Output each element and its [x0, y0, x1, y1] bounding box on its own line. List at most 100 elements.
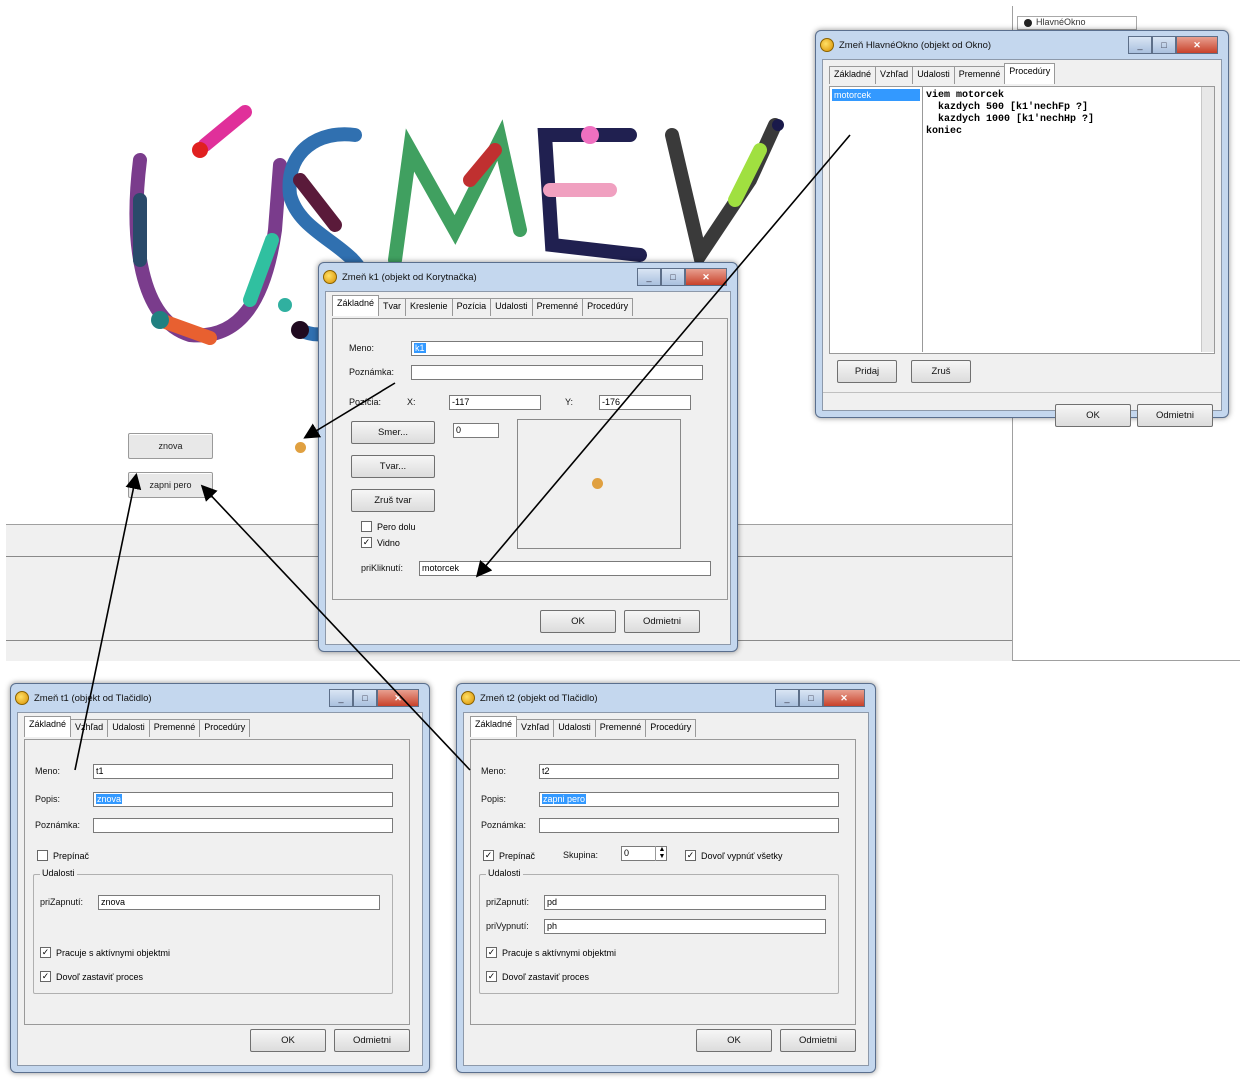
tab-procedury[interactable]: Procedúry — [582, 298, 634, 316]
cancel-button[interactable]: Odmietni — [334, 1029, 410, 1052]
procedure-code-editor[interactable]: viem motorcek kazdych 500 [k1'nechFp ?] … — [926, 90, 1094, 138]
poznamka-field[interactable] — [539, 818, 839, 833]
cancel-label: Odmietni — [642, 616, 681, 627]
turtle-k1[interactable] — [295, 442, 306, 453]
pracuje-checkbox[interactable]: ✓ Pracuje s aktívnymi objektmi — [486, 947, 616, 958]
close-button[interactable]: ✕ — [377, 689, 419, 707]
tab-zakladne[interactable]: Základné — [829, 66, 877, 84]
minimize-button[interactable]: _ — [329, 689, 353, 707]
tab-vzhlad[interactable]: Vzhľad — [516, 719, 555, 737]
ok-button[interactable]: OK — [540, 610, 616, 633]
code-scrollbar[interactable] — [1201, 87, 1214, 352]
zapni-pero-button-label: zapni pero — [149, 480, 192, 490]
tab-procedury[interactable]: Procedúry — [1004, 63, 1056, 84]
prizapnuti-field[interactable]: pd — [544, 895, 826, 910]
prepinac-checkbox[interactable]: Prepínač — [37, 850, 89, 861]
tab-premenne[interactable]: Premenné — [148, 719, 201, 737]
poznamka-label: Poznámka: — [349, 367, 395, 377]
tab-vzhlad[interactable]: Vzhľad — [875, 66, 914, 84]
tab-premenne[interactable]: Premenné — [531, 298, 584, 316]
titlebar[interactable]: Zmeň t1 (objekt od Tlačidlo) _ □ ✕ — [15, 687, 425, 709]
minimize-button[interactable]: _ — [1128, 36, 1152, 54]
ok-button[interactable]: OK — [1055, 404, 1131, 427]
meno-field[interactable]: k1 — [411, 341, 703, 356]
y-field[interactable]: -176 — [599, 395, 691, 410]
cancel-button[interactable]: Odmietni — [1137, 404, 1213, 427]
dovol-vypnut-checkbox[interactable]: ✓ Dovoľ vypnúť všetky — [685, 850, 783, 861]
cancel-button[interactable]: Odmietni — [624, 610, 700, 633]
titlebar[interactable]: Zmeň t2 (objekt od Tlačidlo) _ □ ✕ — [461, 687, 871, 709]
tab-pozicia[interactable]: Pozícia — [451, 298, 492, 316]
spinner-arrows-icon[interactable]: ▲ ▼ — [655, 846, 668, 861]
popis-label: Popis: — [481, 794, 507, 804]
smer-field[interactable]: 0 — [453, 423, 499, 438]
tab-zakladne[interactable]: Základné — [24, 716, 72, 737]
maximize-button[interactable]: □ — [353, 689, 377, 707]
x-field[interactable]: -117 — [449, 395, 541, 410]
maximize-button[interactable]: □ — [1152, 36, 1176, 54]
procedure-list[interactable]: motorcek — [830, 87, 923, 352]
t1-dialog: Zmeň t1 (objekt od Tlačidlo) _ □ ✕ Zákla… — [10, 683, 430, 1073]
poznamka-field[interactable] — [93, 818, 393, 833]
tab-udalosti[interactable]: Udalosti — [107, 719, 150, 737]
znova-button[interactable]: znova — [128, 433, 213, 459]
popis-field[interactable]: znova — [93, 792, 393, 807]
prizapnuti-field[interactable]: znova — [98, 895, 380, 910]
meno-field[interactable]: t2 — [539, 764, 839, 779]
pridaj-button[interactable]: Pridaj — [837, 360, 897, 383]
close-button[interactable]: ✕ — [685, 268, 727, 286]
zrus-tvar-label: Zruš tvar — [374, 495, 412, 506]
privypnuti-field[interactable]: ph — [544, 919, 826, 934]
prepinac-checkbox[interactable]: ✓ Prepínač — [483, 850, 535, 861]
tab-premenne[interactable]: Premenné — [594, 719, 647, 737]
ok-label: OK — [281, 1035, 295, 1046]
turtle-shape-icon — [592, 478, 603, 489]
checkbox-box: ✓ — [40, 947, 51, 958]
maximize-button[interactable]: □ — [661, 268, 685, 286]
y-label: Y: — [565, 397, 574, 407]
zrus-tvar-button[interactable]: Zruš tvar — [351, 489, 435, 512]
tab-udalosti[interactable]: Udalosti — [553, 719, 596, 737]
pero-dolu-checkbox[interactable]: Pero dolu — [361, 521, 416, 532]
tab-zakladne[interactable]: Základné — [470, 716, 518, 737]
titlebar[interactable]: Zmeň HlavnéOkno (objekt od Okno) _ □ ✕ — [820, 34, 1224, 56]
smer-button[interactable]: Smer... — [351, 421, 435, 444]
dovol-checkbox[interactable]: ✓ Dovoľ zastaviť proces — [486, 971, 589, 982]
divider — [1012, 660, 1240, 661]
priklik-field[interactable]: motorcek — [419, 561, 711, 576]
ok-label: OK — [1086, 410, 1100, 421]
meno-field[interactable]: t1 — [93, 764, 393, 779]
tree-item-hlavne-okno[interactable]: HlavnéOkno — [1017, 16, 1137, 30]
tvar-button[interactable]: Tvar... — [351, 455, 435, 478]
zapni-pero-button[interactable]: zapni pero — [128, 472, 213, 498]
tab-zakladne[interactable]: Základné — [332, 295, 380, 316]
tab-vzhlad[interactable]: Vzhľad — [70, 719, 109, 737]
tab-procedury[interactable]: Procedúry — [645, 719, 697, 737]
dovol-checkbox[interactable]: ✓ Dovoľ zastaviť proces — [40, 971, 143, 982]
tab-tvar[interactable]: Tvar — [378, 298, 407, 316]
poznamka-field[interactable] — [411, 365, 703, 380]
window-title: Zmeň t1 (objekt od Tlačidlo) — [34, 692, 152, 704]
tab-udalosti[interactable]: Udalosti — [490, 298, 533, 316]
tab-premenne[interactable]: Premenné — [953, 66, 1006, 84]
popis-value: zapni pero — [542, 794, 587, 804]
close-button[interactable]: ✕ — [1176, 36, 1218, 54]
pracuje-checkbox[interactable]: ✓ Pracuje s aktívnymi objektmi — [40, 947, 170, 958]
close-button[interactable]: ✕ — [823, 689, 865, 707]
tab-procedury[interactable]: Procedúry — [199, 719, 251, 737]
maximize-button[interactable]: □ — [799, 689, 823, 707]
cancel-button[interactable]: Odmietni — [780, 1029, 856, 1052]
minimize-button[interactable]: _ — [775, 689, 799, 707]
ok-button[interactable]: OK — [696, 1029, 772, 1052]
zrus-button[interactable]: Zruš — [911, 360, 971, 383]
procedure-list-item[interactable]: motorcek — [832, 89, 920, 101]
minimize-button[interactable]: _ — [637, 268, 661, 286]
ok-button[interactable]: OK — [250, 1029, 326, 1052]
ok-label: OK — [727, 1035, 741, 1046]
titlebar[interactable]: Zmeň k1 (objekt od Korytnačka) _ □ ✕ — [323, 266, 733, 288]
tab-udalosti[interactable]: Udalosti — [912, 66, 955, 84]
checkbox-box: ✓ — [40, 971, 51, 982]
tab-kreslenie[interactable]: Kreslenie — [405, 298, 453, 316]
popis-field[interactable]: zapni pero — [539, 792, 839, 807]
vidno-checkbox[interactable]: ✓ Vidno — [361, 537, 400, 548]
